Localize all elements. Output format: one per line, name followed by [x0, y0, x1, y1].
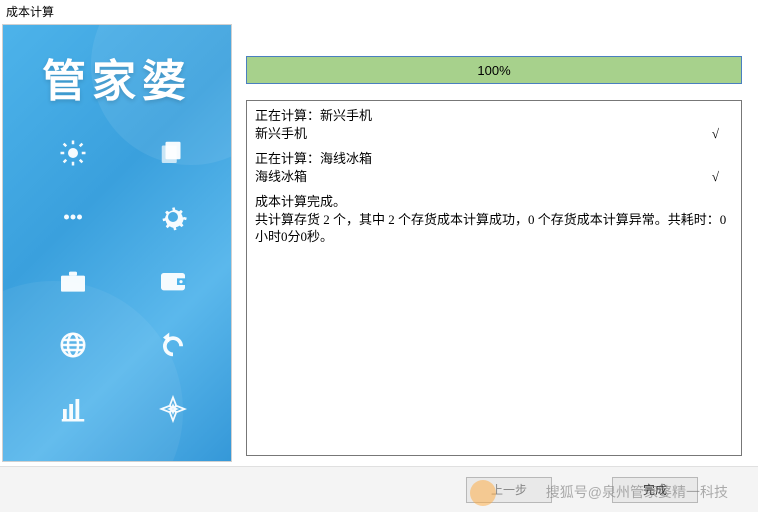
done-button[interactable]: 完成 [612, 477, 698, 503]
check-icon: √ [712, 125, 733, 143]
log-line: 正在计算：海线冰箱 [255, 150, 733, 168]
prev-button[interactable]: 上一步 [466, 477, 552, 503]
progress-label: 100% [247, 57, 741, 83]
check-icon: √ [712, 168, 733, 186]
undo-icon [155, 327, 191, 363]
brand-title: 管家婆 [3, 45, 231, 109]
content-area: 管家婆 100% 正在计算：新兴手机 [0, 22, 758, 464]
dots-icon [55, 199, 91, 235]
log-line: 成本计算完成。 [255, 193, 733, 211]
log-output: 正在计算：新兴手机 新兴手机 √ 正在计算：海线冰箱 海线冰箱 √ 成本计算完成… [246, 100, 742, 456]
dialog-window: 成本计算 管家婆 100% [0, 0, 758, 512]
star-icon [155, 391, 191, 427]
log-line: 新兴手机 √ [255, 125, 733, 143]
log-line: 共计算存货 2 个，其中 2 个存货成本计算成功，0 个存货成本计算异常。共耗时… [255, 211, 733, 246]
docs-icon [155, 135, 191, 171]
log-line: 正在计算：新兴手机 [255, 107, 733, 125]
sidebar-icons [43, 135, 203, 462]
briefcase-icon [55, 263, 91, 299]
sun-icon [55, 135, 91, 171]
button-bar: 上一步 完成 [0, 466, 758, 512]
log-text: 新兴手机 [255, 125, 307, 143]
globe-icon [55, 327, 91, 363]
main-panel: 100% 正在计算：新兴手机 新兴手机 √ 正在计算：海线冰箱 海线冰箱 √ 成… [236, 24, 756, 462]
log-text: 海线冰箱 [255, 168, 307, 186]
window-title: 成本计算 [0, 0, 758, 22]
wallet-icon [155, 263, 191, 299]
chart-icon [55, 391, 91, 427]
progress-bar: 100% [246, 56, 742, 84]
sidebar-banner: 管家婆 [2, 24, 232, 462]
gear-icon [155, 199, 191, 235]
log-line: 海线冰箱 √ [255, 168, 733, 186]
pie-icon [155, 455, 191, 462]
